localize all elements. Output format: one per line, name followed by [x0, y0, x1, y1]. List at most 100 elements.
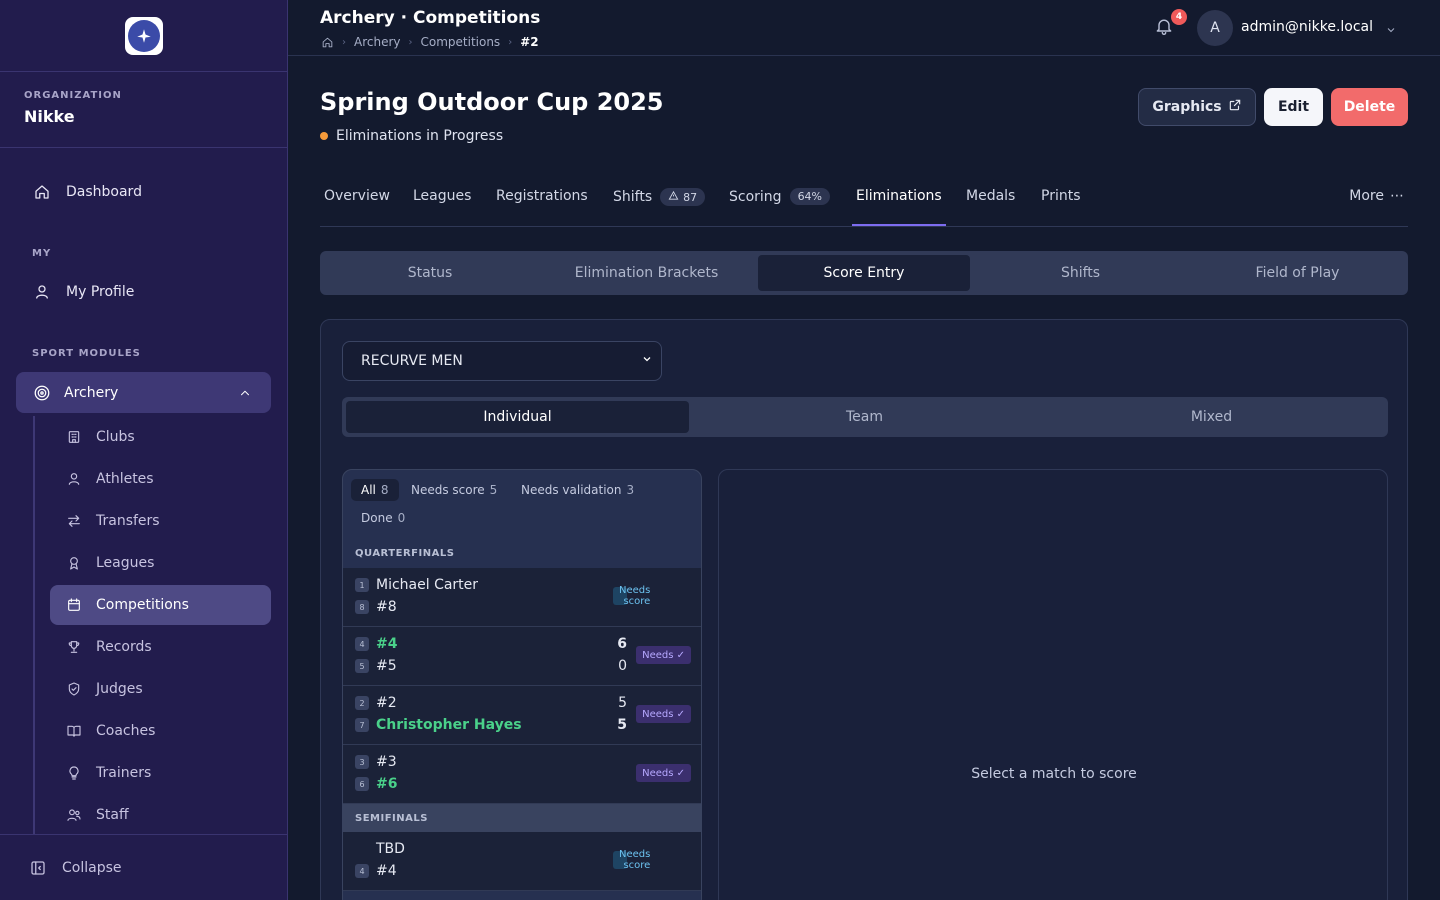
nav-archery-label: Archery [64, 384, 119, 401]
competitor-score: 5 [617, 717, 627, 733]
avatar[interactable]: A [1197, 10, 1233, 46]
segment-team[interactable]: Team [693, 401, 1036, 433]
sidebar-item-label: Judges [96, 681, 143, 697]
competitor-a: 1 Michael Carter [355, 575, 478, 595]
competitor-b: 4 #4 [355, 861, 397, 881]
subtab-score-entry[interactable]: Score Entry [758, 255, 970, 291]
breadcrumb-archery[interactable]: Archery [354, 35, 401, 49]
sidebar-item-leagues[interactable]: Leagues [50, 543, 271, 583]
collapse-button[interactable]: Collapse [0, 834, 288, 900]
competitor-name: #8 [376, 599, 397, 615]
nav-dashboard-label: Dashboard [66, 184, 142, 200]
competitor-name: #2 [376, 695, 397, 711]
subtab-elimination-brackets[interactable]: Elimination Brackets [540, 255, 753, 291]
competitor-b: 5 #5 [355, 656, 397, 676]
status-badge: Needs score [613, 585, 650, 607]
user-icon [64, 469, 84, 489]
user-email[interactable]: admin@nikke.local [1241, 19, 1373, 35]
segment-individual[interactable]: Individual [346, 401, 689, 433]
tab-medals[interactable]: Medals [966, 188, 1015, 204]
trophy-icon [64, 637, 84, 657]
segment-mixed[interactable]: Mixed [1040, 401, 1383, 433]
chevron-right-icon: › [408, 36, 413, 48]
status-badge: Needs ✓ [636, 705, 691, 723]
tab-scoring[interactable]: Scoring 64% [729, 188, 831, 205]
tab-overview[interactable]: Overview [324, 188, 390, 204]
subtab-status[interactable]: Status [324, 255, 536, 291]
chevron-down-icon[interactable] [1385, 21, 1397, 40]
sidebar-collapse-icon [28, 858, 48, 878]
app-logo[interactable] [124, 16, 163, 55]
tab-shifts[interactable]: Shifts 87 [613, 188, 706, 206]
competitor-name: TBD [376, 841, 405, 857]
shifts-count-badge: 87 [660, 188, 706, 206]
seed-badge: 1 [355, 578, 369, 592]
tab-eliminations[interactable]: Eliminations [856, 188, 942, 204]
filter-needs-validation[interactable]: Needs validation 3 [511, 479, 644, 501]
sidebar-item-transfers[interactable]: Transfers [50, 501, 271, 541]
edit-button[interactable]: Edit [1264, 88, 1323, 126]
tab-registrations[interactable]: Registrations [496, 188, 588, 204]
chevron-up-icon[interactable] [235, 383, 255, 403]
seed-badge: 4 [355, 637, 369, 651]
tab-leagues[interactable]: Leagues [413, 188, 471, 204]
match-row[interactable]: 1 Michael Carter 8 #8 Needs score [343, 568, 701, 627]
subtab-field-of-play[interactable]: Field of Play [1191, 255, 1404, 291]
competitor-name: Christopher Hayes [376, 717, 522, 733]
match-row[interactable]: 3 #3 6 #6 Needs ✓ [343, 745, 701, 804]
nav-archery[interactable]: Archery [16, 372, 271, 413]
match-list: All 8 Needs score 5 Needs validation 3 D… [342, 469, 702, 900]
sidebar-item-coaches[interactable]: Coaches [50, 711, 271, 751]
delete-button[interactable]: Delete [1331, 88, 1408, 126]
sidebar-item-staff[interactable]: Staff [50, 795, 271, 835]
match-row[interactable]: 2 #2 5 7 Christopher Hayes 5 Needs ✓ [343, 686, 701, 745]
ribbon-icon [64, 553, 84, 573]
filter-done[interactable]: Done 0 [351, 507, 415, 529]
competitor-b: 8 #8 [355, 597, 397, 617]
competitor-score: 6 [617, 636, 627, 652]
graphics-button[interactable]: Graphics [1138, 88, 1256, 126]
sidebar-item-trainers[interactable]: Trainers [50, 753, 271, 793]
seed-badge: 3 [355, 755, 369, 769]
status-badge: Needs score [613, 849, 650, 871]
nav-my-profile-label: My Profile [66, 284, 135, 300]
filter-needs-score-label: Needs score [411, 483, 485, 497]
sidebar-item-label: Athletes [96, 471, 154, 487]
sidebar-item-records[interactable]: Records [50, 627, 271, 667]
match-detail-panel: Select a match to score [718, 469, 1388, 900]
filter-all-label: All [361, 483, 376, 497]
filter-needs-score-count: 5 [489, 483, 498, 497]
breadcrumb-competitions[interactable]: Competitions [421, 35, 501, 49]
home-icon[interactable] [320, 35, 334, 49]
sidebar-item-judges[interactable]: Judges [50, 669, 271, 709]
competitor-a: 2 #2 [355, 693, 397, 713]
topbar: Archery · Competitions › Archery › Compe… [288, 0, 1440, 56]
tab-prints[interactable]: Prints [1041, 188, 1081, 204]
warning-icon [668, 190, 679, 204]
filter-all[interactable]: All 8 [351, 479, 399, 501]
seed-badge: 6 [355, 777, 369, 791]
score-entry-panel: RECURVE MEN Individual Team Mixed All 8 … [320, 319, 1408, 900]
sidebar-item-athletes[interactable]: Athletes [50, 459, 271, 499]
arrows-icon [64, 511, 84, 531]
users-icon [64, 805, 84, 825]
more-tabs-button[interactable]: More ⋯ [1349, 188, 1404, 204]
division-select[interactable]: RECURVE MEN [342, 341, 662, 381]
sidebar-item-label: Transfers [96, 513, 160, 529]
sidebar-item-clubs[interactable]: Clubs [50, 417, 271, 457]
ellipsis-icon: ⋯ [1390, 188, 1404, 204]
nav-my-profile[interactable]: My Profile [32, 282, 134, 302]
filter-needs-score[interactable]: Needs score 5 [401, 479, 507, 501]
active-tab-indicator [852, 224, 946, 226]
seed-badge: 2 [355, 696, 369, 710]
competitor-name: #3 [376, 754, 397, 770]
sport-modules-caption: SPORT MODULES [32, 348, 141, 359]
subtab-shifts[interactable]: Shifts [974, 255, 1187, 291]
sidebar-item-competitions[interactable]: Competitions [50, 585, 271, 625]
sidebar-item-label: Staff [96, 807, 129, 823]
match-row[interactable]: 4 #4 6 5 #5 0 Needs ✓ [343, 627, 701, 686]
nav-dashboard[interactable]: Dashboard [32, 182, 142, 202]
user-icon [32, 282, 52, 302]
match-row[interactable]: TBD 4 #4 Needs score [343, 832, 701, 891]
sidebar-item-label: Coaches [96, 723, 156, 739]
